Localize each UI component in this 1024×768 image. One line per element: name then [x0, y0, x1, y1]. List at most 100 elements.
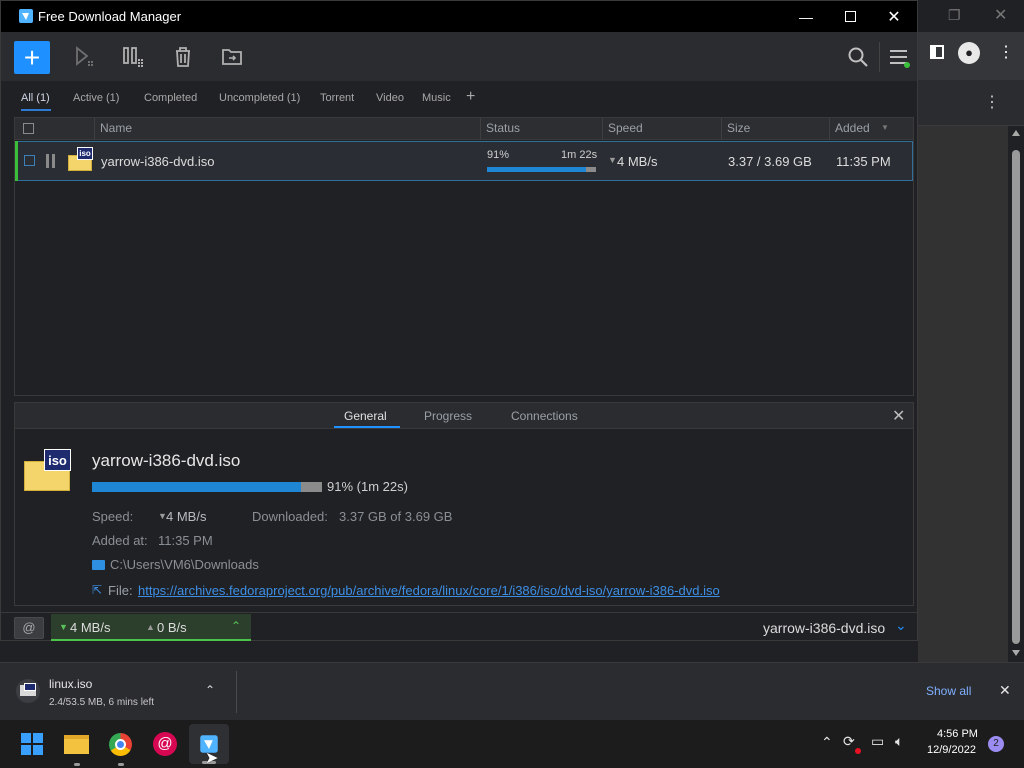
- show-all-button[interactable]: Show all: [926, 684, 971, 698]
- down-arrow-icon: ▼: [59, 622, 68, 632]
- row-progress-fill: [487, 167, 587, 172]
- more-options-icon[interactable]: ⋮: [984, 92, 1000, 112]
- speed-value: 4 MB/s: [166, 509, 207, 524]
- file-url-link[interactable]: https://archives.fedoraproject.org/pub/a…: [138, 583, 720, 598]
- column-size[interactable]: Size: [727, 121, 750, 135]
- sort-desc-icon[interactable]: ▼: [881, 123, 889, 132]
- speed-label: Speed:: [92, 509, 134, 524]
- filter-uncompleted[interactable]: Uncompleted (1): [219, 92, 300, 104]
- up-arrow-icon: ▲: [146, 622, 155, 632]
- maximize-button[interactable]: [827, 1, 873, 32]
- filter-tabs: All (1) Active (1) Completed Uncompleted…: [1, 81, 917, 117]
- file-explorer-icon[interactable]: [64, 735, 89, 754]
- add-filter-button[interactable]: +: [466, 88, 475, 106]
- shelf-expand-icon[interactable]: ⌃: [205, 683, 215, 697]
- chevron-up-icon[interactable]: ⌃: [231, 619, 241, 633]
- filter-video[interactable]: Video: [376, 92, 404, 104]
- pause-all-icon[interactable]: [122, 45, 146, 69]
- browser-scrollbar[interactable]: [1008, 126, 1024, 662]
- column-speed[interactable]: Speed: [608, 121, 643, 135]
- folder-icon: [92, 560, 105, 570]
- notification-badge[interactable]: 2: [988, 736, 1004, 752]
- tab-connections[interactable]: Connections: [511, 409, 578, 423]
- network-icon[interactable]: ▭: [871, 733, 884, 750]
- toolbar-separator: [879, 42, 880, 72]
- filter-music[interactable]: Music: [422, 92, 451, 104]
- clock-date[interactable]: 12/9/2022: [927, 744, 976, 756]
- tray-alert-dot: [855, 748, 861, 754]
- column-separator: [94, 118, 95, 140]
- column-separator: [602, 118, 603, 140]
- total-down-speed: 4 MB/s: [70, 620, 111, 635]
- column-name[interactable]: Name: [100, 121, 132, 135]
- column-separator: [829, 118, 830, 140]
- download-folder[interactable]: C:\Users\VM6\Downloads: [110, 557, 259, 572]
- scroll-thumb[interactable]: [1012, 150, 1020, 644]
- row-checkbox[interactable]: [24, 155, 35, 166]
- restore-icon[interactable]: ❐: [948, 7, 961, 24]
- details-progress-fill: [92, 482, 302, 492]
- scroll-up-icon[interactable]: [1012, 130, 1020, 136]
- add-download-button[interactable]: +: [14, 41, 50, 74]
- pause-icon[interactable]: [46, 154, 56, 168]
- filter-active[interactable]: Active (1): [73, 92, 119, 104]
- column-separator: [721, 118, 722, 140]
- snail-mode-icon[interactable]: @: [14, 617, 44, 639]
- browser-content-header: ⋮: [918, 80, 1024, 126]
- fdm-window: Free Download Manager — ✕ + All (1) Acti…: [0, 0, 918, 641]
- column-status[interactable]: Status: [486, 121, 520, 135]
- select-all-checkbox[interactable]: [23, 123, 34, 134]
- move-to-folder-icon[interactable]: [220, 45, 244, 69]
- column-added[interactable]: Added: [835, 121, 870, 135]
- volume-icon[interactable]: 🔈︎: [895, 733, 903, 750]
- close-shelf-icon[interactable]: ✕: [999, 682, 1011, 699]
- status-bar: @ ▼ 4 MB/s ▲ 0 B/s ⌃ yarrow-i386-dvd.iso…: [1, 612, 917, 641]
- filter-all[interactable]: All (1): [21, 92, 50, 104]
- minimize-button[interactable]: —: [783, 1, 829, 32]
- tab-general[interactable]: General: [344, 409, 387, 423]
- details-progress-text: 91% (1m 22s): [327, 479, 408, 494]
- search-icon[interactable]: [846, 45, 870, 69]
- download-row[interactable]: iso yarrow-i386-dvd.iso 91% 1m 22s ▼ 4 M…: [15, 141, 913, 181]
- speed-summary[interactable]: ▼ 4 MB/s ▲ 0 B/s ⌃: [51, 614, 251, 641]
- active-indicator: [15, 141, 18, 181]
- resume-icon[interactable]: [73, 45, 97, 69]
- speed-down-icon: ▼: [608, 155, 617, 165]
- show-hidden-icons[interactable]: ⌃: [821, 734, 833, 751]
- main-menu-icon[interactable]: [887, 45, 911, 69]
- chrome-icon[interactable]: [109, 733, 132, 756]
- sync-icon[interactable]: ⟳: [843, 733, 855, 750]
- sidebar-icon[interactable]: [930, 45, 944, 59]
- scroll-down-icon[interactable]: [1012, 650, 1020, 656]
- shelf-file-name[interactable]: linux.iso: [49, 677, 92, 691]
- close-icon[interactable]: ✕: [994, 5, 1007, 25]
- download-name: yarrow-i386-dvd.iso: [101, 154, 215, 169]
- download-size: 3.37 / 3.69 GB: [728, 154, 812, 169]
- added-value: 11:35 PM: [158, 533, 213, 548]
- delete-icon[interactable]: [171, 45, 195, 69]
- fdm-logo-icon: [19, 9, 33, 23]
- tab-active-underline: [334, 426, 400, 428]
- file-label: File:: [108, 583, 133, 598]
- filter-torrent[interactable]: Torrent: [320, 92, 354, 104]
- menu-kebab-icon[interactable]: ⋮: [998, 42, 1014, 62]
- shelf-file-status: 2.4/53.5 MB, 6 mins left: [49, 697, 155, 708]
- running-indicator: [118, 763, 124, 766]
- status-current-file: yarrow-i386-dvd.iso: [763, 620, 886, 636]
- row-progress-bar: [487, 167, 596, 172]
- tab-progress[interactable]: Progress: [424, 409, 472, 423]
- clock-time[interactable]: 4:56 PM: [937, 728, 978, 740]
- shelf-file-icon: [16, 679, 40, 703]
- column-separator: [480, 118, 481, 140]
- profile-icon[interactable]: ●: [958, 42, 980, 64]
- mouse-cursor-icon: ➤: [205, 750, 219, 767]
- debian-icon[interactable]: @: [153, 732, 177, 756]
- download-percent: 91%: [487, 149, 510, 161]
- filter-completed[interactable]: Completed: [144, 92, 197, 104]
- close-details-icon[interactable]: ✕: [892, 406, 905, 426]
- close-button[interactable]: ✕: [871, 1, 917, 32]
- downloaded-value: 3.37 GB of 3.69 GB: [339, 509, 453, 524]
- chevron-down-icon[interactable]: ⌄: [895, 617, 907, 634]
- start-windows-icon[interactable]: [21, 733, 43, 755]
- details-progress-bar: [92, 482, 322, 492]
